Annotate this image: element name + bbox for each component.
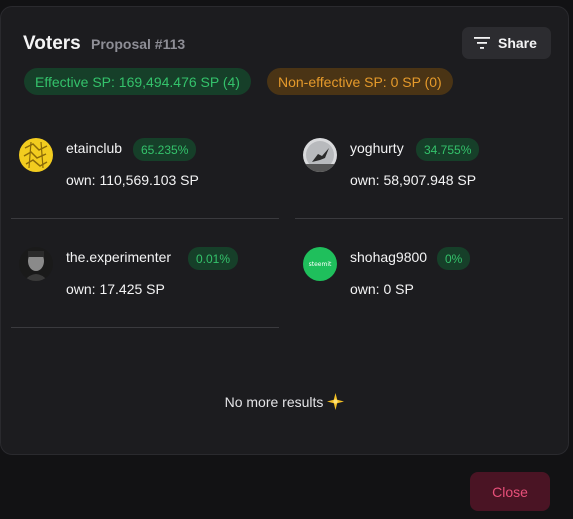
voter-card: etainclub 65.235% own: 110,569.103 SP xyxy=(11,114,279,219)
avatar[interactable] xyxy=(19,138,53,172)
voter-name[interactable]: shohag9800 xyxy=(350,249,427,265)
voter-card: steemit shohag9800 0% own: 0 SP xyxy=(295,223,563,328)
vote-percent-badge: 0.01% xyxy=(188,247,239,270)
effective-sp-badge: Effective SP: 169,494.476 SP (4) xyxy=(24,68,251,95)
share-label: Share xyxy=(498,35,537,51)
voter-name[interactable]: yoghurty xyxy=(350,140,404,156)
voter-name[interactable]: the.experimenter xyxy=(66,249,171,265)
share-button[interactable]: Share xyxy=(462,27,551,59)
no-more-results-text: No more results xyxy=(224,394,324,410)
voter-card: yoghurty 34.755% own: 58,907.948 SP xyxy=(295,114,563,219)
own-sp: own: 0 SP xyxy=(350,281,414,297)
voter-name[interactable]: etainclub xyxy=(66,140,122,156)
avatar[interactable] xyxy=(303,138,337,172)
sparkle-icon xyxy=(327,393,345,413)
filter-icon xyxy=(474,37,490,49)
voter-card: the.experimenter 0.01% own: 17.425 SP xyxy=(11,223,279,328)
own-sp: own: 110,569.103 SP xyxy=(66,172,199,188)
avatar[interactable] xyxy=(19,247,53,281)
own-sp: own: 17.425 SP xyxy=(66,281,165,297)
vote-percent-badge: 65.235% xyxy=(133,138,197,161)
steemit-logo: steemit xyxy=(308,260,332,268)
close-button[interactable]: Close xyxy=(470,472,550,511)
modal-title: Voters xyxy=(23,33,81,54)
divider xyxy=(11,327,279,328)
proposal-id: Proposal #113 xyxy=(91,36,186,52)
divider xyxy=(11,218,279,219)
own-sp: own: 58,907.948 SP xyxy=(350,172,477,188)
avatar[interactable]: steemit xyxy=(303,247,337,281)
non-effective-sp-badge: Non-effective SP: 0 SP (0) xyxy=(267,68,453,95)
voters-modal: Voters Proposal #113 Share Effective SP:… xyxy=(0,6,569,455)
divider xyxy=(295,218,563,219)
vote-percent-badge: 34.755% xyxy=(416,138,480,161)
no-more-results: No more results xyxy=(1,393,568,413)
vote-percent-badge: 0% xyxy=(437,247,471,270)
